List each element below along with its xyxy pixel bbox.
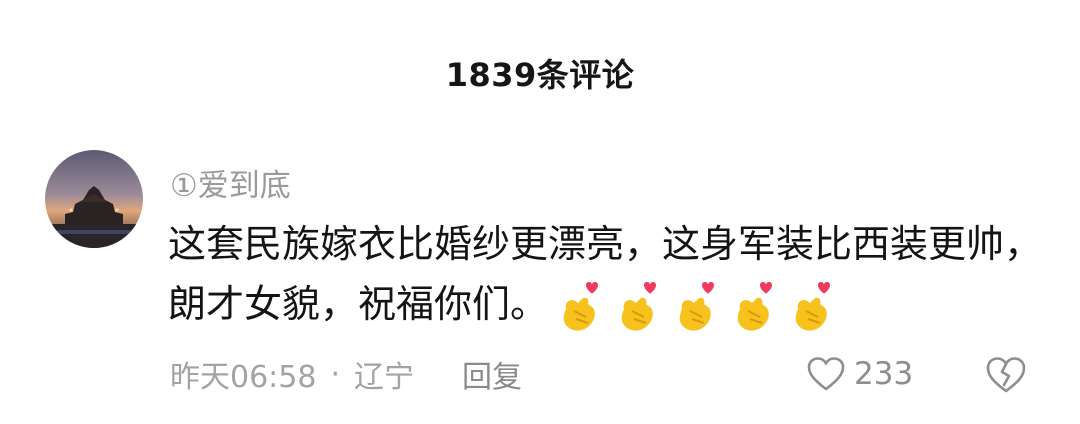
comment-username[interactable]: ①爱到底 xyxy=(170,160,291,205)
heart-finger-emoji xyxy=(679,282,715,331)
heart-outline-icon xyxy=(807,357,845,391)
heart-finger-emoji xyxy=(737,282,773,331)
heart-finger-emoji xyxy=(563,282,599,331)
comment-meta: 昨天06:58 · 辽宁 回复 xyxy=(170,352,522,396)
user-avatar[interactable] xyxy=(45,150,143,248)
meta-separator: · xyxy=(330,356,341,392)
comments-panel: 1839条评论 ①爱到底 这套民族嫁衣比婚纱更漂亮，这身军装比西装更帅，朗才女貌 xyxy=(0,0,1080,424)
palace-tower-sunset-avatar xyxy=(45,150,143,248)
like-button[interactable]: 233 xyxy=(806,352,913,396)
heart-finger-emoji xyxy=(621,282,657,331)
reply-button[interactable]: 回复 xyxy=(462,352,522,396)
comment-body: 这套民族嫁衣比婚纱更漂亮，这身军装比西装更帅，朗才女貌，祝福你们。 xyxy=(168,214,1048,337)
comment-location: 辽宁 xyxy=(354,360,415,395)
like-count: 233 xyxy=(854,356,914,392)
comment-time: 昨天06:58 xyxy=(170,360,317,395)
comments-count-title: 1839条评论 xyxy=(445,56,635,94)
broken-heart-icon[interactable] xyxy=(985,355,1027,395)
emoji-row xyxy=(552,276,842,338)
heart-finger-emoji xyxy=(795,282,831,331)
